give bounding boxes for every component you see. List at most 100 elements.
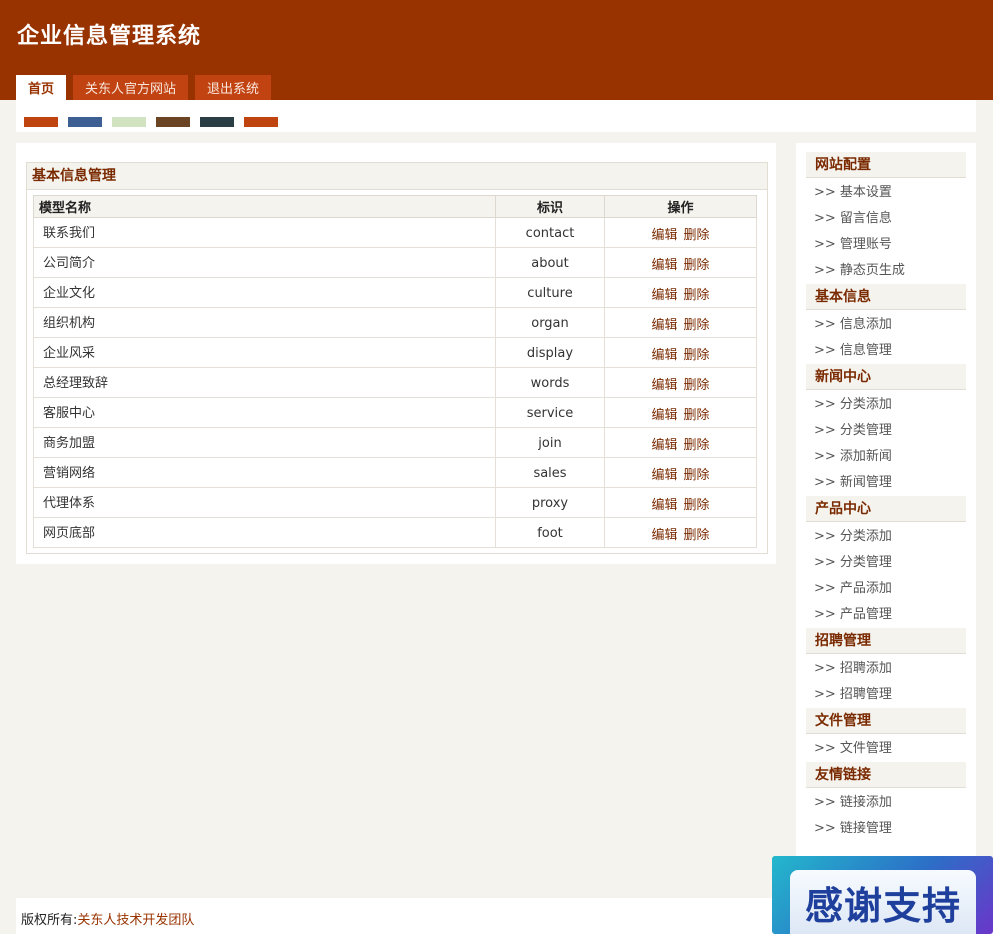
team-link[interactable]: 关东人技术开发团队 <box>77 913 194 928</box>
sidebar-group-title: 文件管理 <box>806 708 966 734</box>
delete-link[interactable]: 删除 <box>684 528 710 543</box>
tab-logout[interactable]: 退出系统 <box>195 75 272 100</box>
header-model-name: 模型名称 <box>33 195 496 218</box>
actions-cell: 编辑 删除 <box>604 337 757 368</box>
thanks-text: 感谢支持 <box>804 883 961 928</box>
sidebar-group-title: 网站配置 <box>806 152 966 178</box>
sidebar-item[interactable]: >> 链接管理 <box>814 816 976 842</box>
delete-link[interactable]: 删除 <box>684 348 710 363</box>
sidebar-item[interactable]: >> 管理账号 <box>814 232 976 258</box>
actions-cell: 编辑 删除 <box>604 487 757 518</box>
sidebar-item[interactable]: >> 静态页生成 <box>814 258 976 284</box>
identifier-cell: culture <box>495 277 605 308</box>
delete-link[interactable]: 删除 <box>684 438 710 453</box>
sidebar-item[interactable]: >> 新闻管理 <box>814 470 976 496</box>
identifier-cell: about <box>495 247 605 278</box>
actions-cell: 编辑 删除 <box>604 397 757 428</box>
theme-swatch[interactable] <box>200 117 234 127</box>
table-row: 网页底部 foot 编辑 删除 <box>33 517 757 548</box>
sidebar-item[interactable]: >> 产品添加 <box>814 576 976 602</box>
sidebar-group-title: 基本信息 <box>806 284 966 310</box>
model-name-cell: 营销网络 <box>33 457 496 488</box>
tab-home[interactable]: 首页 <box>16 75 67 100</box>
sidebar-item[interactable]: >> 招聘添加 <box>814 656 976 682</box>
model-name-cell: 企业风采 <box>33 337 496 368</box>
table-row: 客服中心 service 编辑 删除 <box>33 397 757 428</box>
edit-link[interactable]: 编辑 <box>651 438 677 453</box>
edit-link[interactable]: 编辑 <box>651 528 677 543</box>
basic-info-section: 基本信息管理 模型名称 标识 操作 联系我们 contact 编辑 删除 公司简介 abo… <box>26 162 768 554</box>
sidebar-item[interactable]: >> 分类添加 <box>814 392 976 418</box>
sidebar-item[interactable]: >> 信息管理 <box>814 338 976 364</box>
sidebar-group: 新闻中心 >> 分类添加 >> 分类管理 >> 添加新闻 >> 新闻管理 <box>796 364 976 496</box>
edit-link[interactable]: 编辑 <box>651 348 677 363</box>
sidebar-item[interactable]: >> 分类添加 <box>814 524 976 550</box>
thanks-badge[interactable]: 感谢支持 <box>772 856 993 934</box>
delete-link[interactable]: 删除 <box>684 228 710 243</box>
model-name-cell: 客服中心 <box>33 397 496 428</box>
sidebar-item[interactable]: >> 留言信息 <box>814 206 976 232</box>
delete-link[interactable]: 删除 <box>684 258 710 273</box>
sidebar-group: 网站配置 >> 基本设置 >> 留言信息 >> 管理账号 >> 静态页生成 <box>796 152 976 284</box>
edit-link[interactable]: 编辑 <box>651 408 677 423</box>
theme-swatch[interactable] <box>156 117 190 127</box>
model-name-cell: 企业文化 <box>33 277 496 308</box>
sidebar-item[interactable]: >> 基本设置 <box>814 180 976 206</box>
theme-swatch[interactable] <box>68 117 102 127</box>
actions-cell: 编辑 删除 <box>604 427 757 458</box>
delete-link[interactable]: 删除 <box>684 288 710 303</box>
edit-link[interactable]: 编辑 <box>651 498 677 513</box>
header-actions: 操作 <box>604 195 757 218</box>
sidebar-group: 友情链接 >> 链接添加 >> 链接管理 <box>796 762 976 842</box>
identifier-cell: sales <box>495 457 605 488</box>
model-name-cell: 商务加盟 <box>33 427 496 458</box>
actions-cell: 编辑 删除 <box>604 247 757 278</box>
edit-link[interactable]: 编辑 <box>651 378 677 393</box>
copyright: 版权所有:关东人技术开发团队 <box>21 909 194 928</box>
sidebar-group-title: 产品中心 <box>806 496 966 522</box>
sidebar-item[interactable]: >> 分类管理 <box>814 418 976 444</box>
edit-link[interactable]: 编辑 <box>651 258 677 273</box>
table-row: 营销网络 sales 编辑 删除 <box>33 457 757 488</box>
model-name-cell: 组织机构 <box>33 307 496 338</box>
sidebar-item[interactable]: >> 链接添加 <box>814 790 976 816</box>
identifier-cell: organ <box>495 307 605 338</box>
table-row: 企业文化 culture 编辑 删除 <box>33 277 757 308</box>
main-panel: 基本信息管理 模型名称 标识 操作 联系我们 contact 编辑 删除 公司简介 abo… <box>16 143 776 564</box>
theme-swatch[interactable] <box>112 117 146 127</box>
edit-link[interactable]: 编辑 <box>651 318 677 333</box>
sidebar-group-title: 新闻中心 <box>806 364 966 390</box>
edit-link[interactable]: 编辑 <box>651 468 677 483</box>
model-name-cell: 公司简介 <box>33 247 496 278</box>
sidebar-group: 基本信息 >> 信息添加 >> 信息管理 <box>796 284 976 364</box>
sidebar: 网站配置 >> 基本设置 >> 留言信息 >> 管理账号 >> 静态页生成 基本信息 >> … <box>796 143 976 903</box>
sidebar-item[interactable]: >> 信息添加 <box>814 312 976 338</box>
edit-link[interactable]: 编辑 <box>651 228 677 243</box>
delete-link[interactable]: 删除 <box>684 468 710 483</box>
delete-link[interactable]: 删除 <box>684 318 710 333</box>
thanks-badge-inner: 感谢支持 <box>790 870 976 934</box>
table-row: 代理体系 proxy 编辑 删除 <box>33 487 757 518</box>
theme-swatch[interactable] <box>244 117 278 127</box>
delete-link[interactable]: 删除 <box>684 378 710 393</box>
delete-link[interactable]: 删除 <box>684 498 710 513</box>
table-row: 联系我们 contact 编辑 删除 <box>33 217 757 248</box>
edit-link[interactable]: 编辑 <box>651 288 677 303</box>
header-identifier: 标识 <box>495 195 605 218</box>
actions-cell: 编辑 删除 <box>604 457 757 488</box>
sidebar-item[interactable]: >> 文件管理 <box>814 736 976 762</box>
theme-swatch[interactable] <box>24 117 58 127</box>
tab-official-site[interactable]: 关东人官方网站 <box>73 75 189 100</box>
actions-cell: 编辑 删除 <box>604 517 757 548</box>
sidebar-item[interactable]: >> 产品管理 <box>814 602 976 628</box>
delete-link[interactable]: 删除 <box>684 408 710 423</box>
sidebar-item[interactable]: >> 招聘管理 <box>814 682 976 708</box>
sidebar-group: 招聘管理 >> 招聘添加 >> 招聘管理 <box>796 628 976 708</box>
sidebar-item[interactable]: >> 添加新闻 <box>814 444 976 470</box>
sidebar-group-title: 招聘管理 <box>806 628 966 654</box>
table-row: 企业风采 display 编辑 删除 <box>33 337 757 368</box>
sidebar-item[interactable]: >> 分类管理 <box>814 550 976 576</box>
model-name-cell: 总经理致辞 <box>33 367 496 398</box>
identifier-cell: join <box>495 427 605 458</box>
table-row: 总经理致辞 words 编辑 删除 <box>33 367 757 398</box>
